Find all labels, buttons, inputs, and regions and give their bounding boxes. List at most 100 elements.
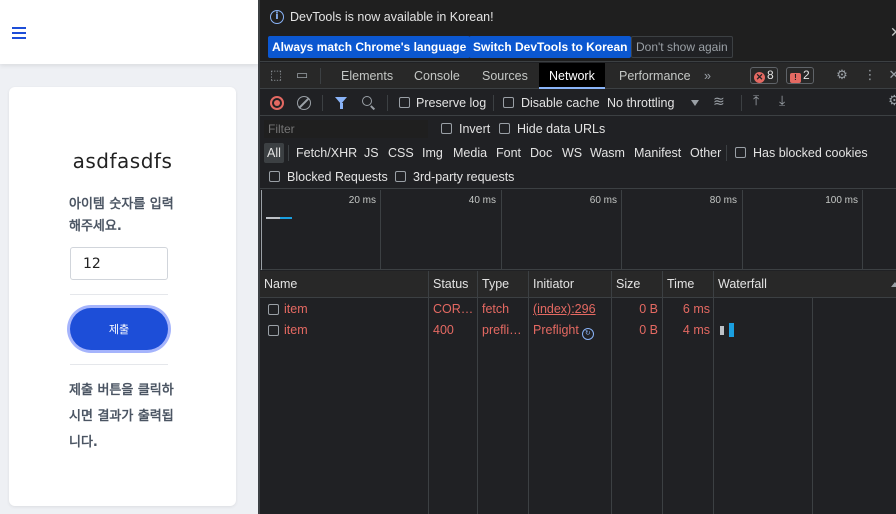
hide-data-urls-checkbox[interactable]: [499, 123, 510, 134]
issues-badge[interactable]: ! 2: [786, 67, 814, 84]
request-name[interactable]: item: [284, 320, 424, 341]
type-filter-doc[interactable]: Doc: [527, 143, 555, 163]
tab-elements[interactable]: Elements: [331, 63, 403, 89]
search-icon[interactable]: [362, 96, 372, 106]
dont-show-again-button[interactable]: Don't show again: [631, 36, 733, 58]
infobar-message: DevTools is now available in Korean!: [290, 10, 494, 24]
disable-cache-checkbox[interactable]: [503, 97, 514, 108]
kebab-menu-icon[interactable]: ⋮: [862, 68, 878, 84]
close-devtools-icon[interactable]: ✕: [886, 68, 896, 84]
blocked-cookies-checkbox[interactable]: [735, 147, 746, 158]
language-infobar: i DevTools is now available in Korean! ✕…: [260, 0, 896, 62]
initiator-text: Preflight: [533, 323, 579, 337]
export-har-icon[interactable]: ⤓: [779, 93, 785, 109]
column-type[interactable]: Type: [478, 271, 529, 298]
type-filter-other[interactable]: Other: [687, 143, 724, 163]
tick-label: 80 ms: [709, 195, 737, 206]
table-header: Name Status Type Initiator Size Time Wat…: [260, 271, 896, 298]
throttling-select[interactable]: No throttling: [607, 96, 674, 110]
request-type: prefli…: [482, 323, 522, 337]
tick-label: 60 ms: [589, 195, 617, 206]
errors-count: 8: [767, 68, 774, 82]
grid-line: [380, 190, 381, 270]
blocked-cookies-label: Has blocked cookies: [753, 146, 868, 160]
request-name[interactable]: item: [284, 299, 424, 320]
column-time[interactable]: Time: [663, 271, 714, 298]
type-filter-ws[interactable]: WS: [559, 143, 585, 163]
row-checkbox[interactable]: [268, 304, 279, 315]
table-row[interactable]: item COR… fetch (index):296 0 B 6 ms: [260, 299, 896, 320]
match-language-button[interactable]: Always match Chrome's language: [268, 36, 471, 58]
network-conditions-icon[interactable]: ≋: [713, 94, 725, 110]
page-title: asdfasdfs: [72, 149, 173, 173]
request-time: 4 ms: [682, 323, 710, 337]
tab-console[interactable]: Console: [404, 63, 470, 89]
item-count-input[interactable]: [70, 247, 168, 280]
invert-checkbox[interactable]: [441, 123, 452, 134]
tab-performance[interactable]: Performance: [609, 63, 701, 89]
type-filter-img[interactable]: Img: [419, 143, 446, 163]
column-status[interactable]: Status: [429, 271, 478, 298]
settings-gear-icon[interactable]: ⚙: [834, 68, 850, 84]
type-filter-all[interactable]: All: [264, 143, 284, 163]
hamburger-menu-icon[interactable]: [12, 27, 26, 39]
request-initiator-link[interactable]: (index):296: [533, 299, 609, 320]
page-header: [0, 0, 258, 64]
preserve-log-label: Preserve log: [416, 96, 487, 110]
column-size[interactable]: Size: [612, 271, 663, 298]
devtools-panel: i DevTools is now available in Korean! ✕…: [258, 0, 896, 514]
filter-input[interactable]: [264, 120, 428, 138]
column-name[interactable]: Name: [260, 271, 429, 298]
overview-bar: [280, 217, 292, 219]
issue-icon: !: [790, 73, 801, 83]
waterfall-download-bar: [729, 323, 734, 337]
request-initiator: Preflight ↻: [533, 320, 609, 341]
row-checkbox[interactable]: [268, 325, 279, 336]
third-party-label: 3rd-party requests: [413, 170, 515, 184]
issues-count: 2: [803, 68, 810, 82]
blocked-requests-checkbox[interactable]: [269, 171, 280, 182]
record-icon[interactable]: [270, 96, 284, 110]
device-toolbar-icon[interactable]: ▭: [294, 68, 310, 84]
tab-network[interactable]: Network: [539, 63, 605, 89]
separator: [726, 145, 727, 161]
timeline-overview[interactable]: 20 ms 40 ms 60 ms 80 ms 100 ms: [260, 190, 896, 270]
type-filter-font[interactable]: Font: [493, 143, 524, 163]
request-status: COR…: [433, 302, 474, 316]
separator: [493, 95, 494, 111]
globe-icon[interactable]: ↻: [581, 328, 594, 340]
type-filter-wasm[interactable]: Wasm: [587, 143, 628, 163]
errors-badge[interactable]: ✕ 8: [750, 67, 778, 84]
error-icon: ✕: [754, 72, 765, 83]
switch-language-button[interactable]: Switch DevTools to Korean: [469, 36, 632, 58]
tab-sources[interactable]: Sources: [472, 63, 538, 89]
import-har-icon[interactable]: ⤒: [753, 93, 759, 109]
third-party-checkbox[interactable]: [395, 171, 406, 182]
timeline-cursor: [261, 190, 262, 270]
request-status: 400: [433, 323, 454, 337]
type-filter-manifest[interactable]: Manifest: [631, 143, 684, 163]
invert-label: Invert: [459, 122, 491, 136]
submit-button[interactable]: 제출: [70, 308, 168, 350]
request-size: 0 B: [639, 302, 658, 316]
column-initiator[interactable]: Initiator: [529, 271, 612, 298]
column-waterfall[interactable]: Waterfall: [714, 271, 896, 298]
filter-funnel-icon[interactable]: [335, 97, 347, 109]
type-filter-media[interactable]: Media: [450, 143, 490, 163]
network-settings-icon[interactable]: ⚙: [888, 93, 896, 109]
waterfall-stalled-bar: [720, 326, 724, 335]
preserve-log-checkbox[interactable]: [399, 97, 410, 108]
divider: [70, 364, 168, 365]
type-filter-css[interactable]: CSS: [385, 143, 417, 163]
type-filter-fetch-xhr[interactable]: Fetch/XHR: [293, 143, 360, 163]
type-filter-js[interactable]: JS: [361, 143, 382, 163]
more-tabs-icon[interactable]: »: [694, 63, 721, 89]
separator: [288, 145, 289, 161]
separator: [320, 68, 321, 84]
table-row[interactable]: item 400 prefli… Preflight ↻ 0 B 4 ms: [260, 320, 896, 341]
request-type: fetch: [482, 302, 510, 316]
inspect-element-icon[interactable]: ⬚: [268, 68, 284, 84]
clear-icon[interactable]: [297, 96, 311, 110]
grid-line: [742, 190, 743, 270]
close-icon[interactable]: ✕: [890, 24, 896, 41]
